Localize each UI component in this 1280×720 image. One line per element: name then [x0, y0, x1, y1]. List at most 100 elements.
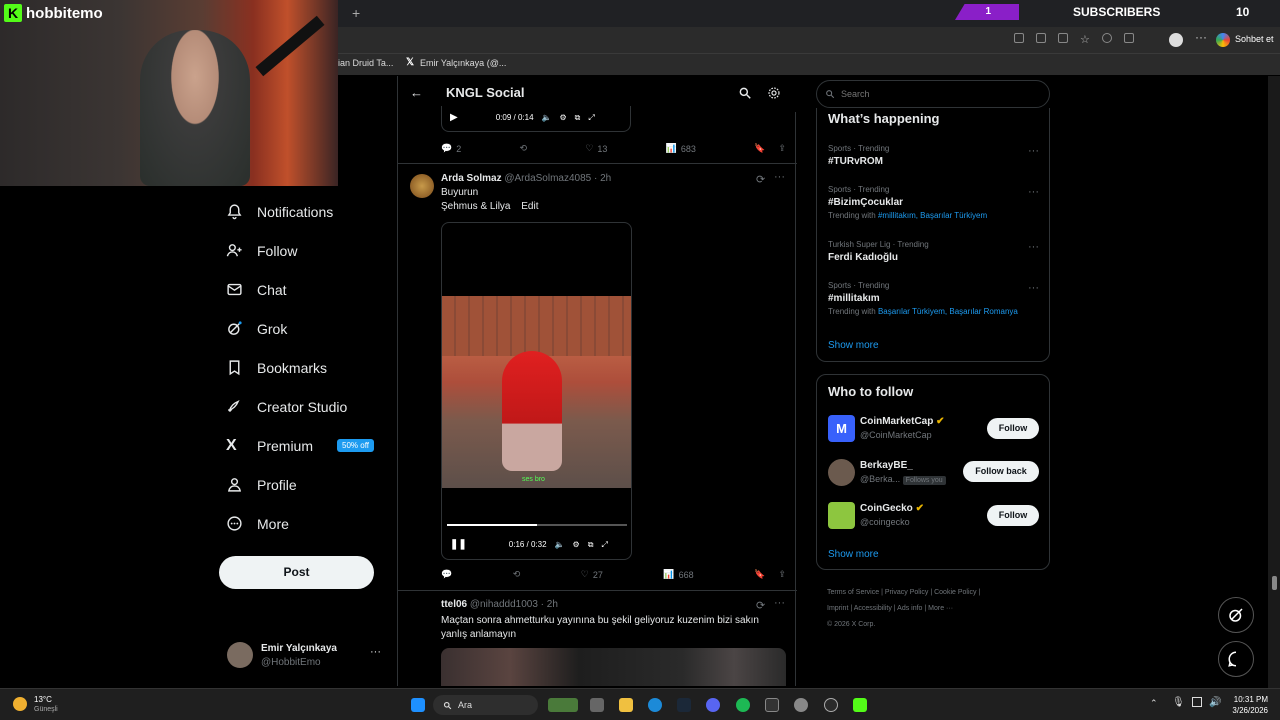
reply-button[interactable]: 💬 2: [441, 143, 461, 154]
coingecko-logo-icon[interactable]: [828, 502, 855, 529]
video-player[interactable]: ses bro ❚❚ 0:16 / 0:32 🔈 ⚙ ⧉ ⤢: [441, 222, 632, 560]
task-view-icon[interactable]: [590, 698, 604, 712]
settings-icon[interactable]: [794, 698, 808, 712]
trend-more-icon[interactable]: ···: [1028, 282, 1039, 294]
share-icon[interactable]: ⇪: [778, 569, 786, 580]
fullscreen-icon[interactable]: ⤢: [601, 540, 607, 550]
search-box[interactable]: [816, 80, 1050, 108]
nav-item-creator-studio[interactable]: Creator Studio: [226, 398, 347, 415]
suggest-name[interactable]: CoinGecko: [860, 503, 913, 514]
like-button[interactable]: ♡ 13: [585, 143, 607, 154]
edit-link[interactable]: Edit: [521, 201, 538, 212]
suggest-name[interactable]: CoinMarketCap: [860, 416, 933, 427]
nav-item-bookmarks[interactable]: Bookmarks: [226, 359, 327, 376]
pip-icon[interactable]: ⧉: [588, 540, 594, 550]
grok-icon[interactable]: ⟳: [756, 599, 765, 612]
search-input[interactable]: [841, 89, 1021, 99]
bookmark-icon[interactable]: 🔖: [754, 569, 765, 580]
settings-icon[interactable]: ⚙: [573, 540, 580, 549]
video-progress-track[interactable]: [447, 524, 627, 526]
back-arrow-icon[interactable]: ←: [410, 85, 423, 100]
search-icon[interactable]: [738, 86, 752, 100]
author-name[interactable]: ttel06: [441, 599, 467, 610]
coinmarketcap-logo-icon[interactable]: M: [828, 415, 855, 442]
volume-icon[interactable]: 🔊: [1209, 697, 1221, 708]
favorite-star-icon[interactable]: ☆: [1080, 33, 1090, 47]
pip-icon[interactable]: ⧉: [575, 113, 581, 123]
trend-sub[interactable]: Başarılar Türkiyem, Başarılar Romanya: [878, 307, 1018, 316]
menu-dots-icon[interactable]: ···: [1195, 30, 1207, 44]
widget-icon[interactable]: [548, 698, 578, 712]
refresh-icon[interactable]: [1101, 33, 1112, 43]
follow-button[interactable]: Follow: [987, 505, 1039, 526]
views-button[interactable]: 📊 668: [663, 569, 693, 580]
author-handle[interactable]: @nihaddd1003 · 2h: [470, 599, 558, 610]
trend-more-icon[interactable]: ···: [1028, 241, 1039, 253]
more-icon[interactable]: ···: [774, 597, 785, 609]
steam-icon[interactable]: [677, 698, 691, 712]
bookmark-item[interactable]: ian Druid Ta...: [338, 58, 393, 68]
read-aloud-icon[interactable]: [1058, 33, 1068, 43]
kick-icon[interactable]: [853, 698, 867, 712]
spotify-icon[interactable]: [736, 698, 750, 712]
volume-icon[interactable]: 🔈: [555, 540, 565, 549]
copilot-icon[interactable]: [1216, 33, 1230, 47]
reply-button[interactable]: 💬: [441, 569, 452, 580]
file-explorer-icon[interactable]: [619, 698, 633, 712]
more-icon[interactable]: ···: [774, 171, 785, 183]
taskbar-search[interactable]: Ara: [433, 695, 538, 715]
play-icon[interactable]: ▶: [450, 112, 458, 123]
share-icon[interactable]: ⇪: [778, 143, 786, 154]
avatar[interactable]: [410, 174, 434, 198]
microphone-icon[interactable]: 🎙: [1172, 697, 1185, 708]
author-handle[interactable]: @ArdaSolmaz4085 · 2h: [504, 173, 611, 184]
discord-icon[interactable]: [706, 698, 720, 712]
trend-more-icon[interactable]: ···: [1028, 145, 1039, 157]
grok-fab[interactable]: [1218, 597, 1254, 633]
trend-item[interactable]: Sports · Trending #TURvROM: [828, 144, 889, 167]
footer-row[interactable]: Terms of Service | Privacy Policy | Cook…: [827, 585, 1049, 601]
new-tab-button[interactable]: +: [352, 5, 360, 21]
tray-chevron-icon[interactable]: ⌃: [1150, 698, 1158, 709]
translate-icon[interactable]: [1036, 33, 1046, 43]
nav-item-premium[interactable]: X Premium 50% off: [226, 437, 374, 454]
post-button[interactable]: Post: [219, 556, 374, 589]
gear-icon[interactable]: [767, 86, 781, 100]
clock-time[interactable]: 10:31 PM: [1228, 695, 1268, 704]
nav-item-follow[interactable]: Follow: [226, 242, 297, 259]
tweet-media[interactable]: [441, 648, 786, 686]
messages-fab[interactable]: [1218, 641, 1254, 677]
trend-more-icon[interactable]: ···: [1028, 186, 1039, 198]
obs-icon[interactable]: [824, 698, 838, 712]
grok-icon[interactable]: ⟳: [756, 173, 765, 186]
pause-icon[interactable]: ❚❚: [450, 539, 467, 550]
account-menu-icon[interactable]: ···: [370, 646, 381, 658]
volume-icon[interactable]: 🔈: [542, 113, 552, 122]
account-switcher[interactable]: Emir Yalçınkaya @HobbitEmo ···: [227, 640, 387, 672]
scrollbar-thumb[interactable]: [1272, 576, 1277, 590]
bookmark-icon[interactable]: 🔖: [754, 143, 765, 154]
reader-icon[interactable]: [1014, 33, 1024, 43]
suggest-name[interactable]: BerkayBE_: [860, 460, 913, 471]
nav-item-more[interactable]: More: [226, 515, 289, 532]
fullscreen-icon[interactable]: ⤢: [588, 113, 594, 123]
video-player[interactable]: ▶ 0:09 / 0:14 🔈 ⚙ ⧉ ⤢: [441, 106, 631, 132]
nav-item-grok[interactable]: Grok: [226, 320, 287, 337]
settings-icon[interactable]: ⚙: [559, 113, 566, 122]
avatar[interactable]: [828, 459, 855, 486]
repost-button[interactable]: ⟲: [520, 143, 528, 154]
bookmark-item[interactable]: Emir Yalçınkaya (@...: [420, 58, 506, 68]
scrollbar[interactable]: [1268, 76, 1280, 688]
trend-item[interactable]: Turkish Super Lig · Trending Ferdi Kadıo…: [828, 240, 929, 263]
nav-item-notifications[interactable]: Notifications: [226, 203, 333, 220]
like-button[interactable]: ♡ 27: [581, 569, 603, 580]
views-button[interactable]: 📊 683: [666, 143, 696, 154]
repost-button[interactable]: ⟲: [513, 569, 521, 580]
footer-row[interactable]: Imprint | Accessibility | Ads info | Mor…: [827, 601, 1049, 617]
extensions-icon[interactable]: [1123, 33, 1134, 43]
nav-item-profile[interactable]: Profile: [226, 476, 297, 493]
nav-item-chat[interactable]: Chat: [226, 281, 287, 298]
trend-sub[interactable]: #millitakım, Başarılar Türkiyem: [878, 211, 987, 220]
display-icon[interactable]: [1192, 697, 1202, 707]
terminal-icon[interactable]: [765, 698, 779, 712]
